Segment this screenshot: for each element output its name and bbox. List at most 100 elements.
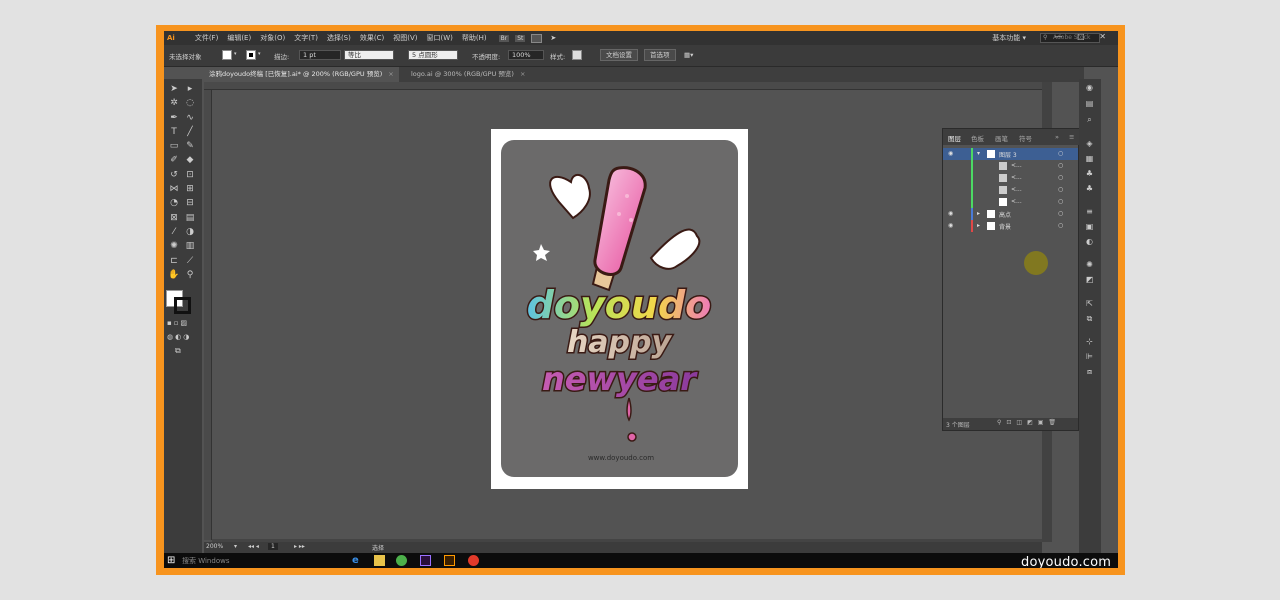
rectangle-tool-icon[interactable]: ▭ bbox=[167, 140, 181, 153]
rotate-tool-icon[interactable]: ↺ bbox=[167, 169, 181, 182]
eraser-icon[interactable]: ◆ bbox=[183, 154, 197, 167]
sublayer-row[interactable]: <... ○ bbox=[943, 184, 1078, 196]
slice-tool-icon[interactable]: ⟋ bbox=[183, 255, 197, 268]
menu-help[interactable]: 帮助(H) bbox=[462, 33, 487, 43]
panel-menu-icon[interactable]: ≡ bbox=[1069, 133, 1074, 141]
prev-artboard-icon[interactable]: ◂◂ ◂ bbox=[248, 543, 259, 550]
magic-wand-icon[interactable]: ✲ bbox=[167, 97, 181, 110]
fill-swatch[interactable] bbox=[222, 50, 232, 60]
sublayer-row[interactable]: <... ○ bbox=[943, 172, 1078, 184]
menu-select[interactable]: 选择(S) bbox=[327, 33, 351, 43]
eyedropper-icon[interactable]: ⁄ bbox=[167, 226, 181, 239]
file-explorer-icon[interactable] bbox=[374, 555, 385, 566]
chevron-right-icon[interactable]: ▸ bbox=[977, 222, 980, 229]
stock-icon[interactable]: St bbox=[515, 34, 526, 42]
scale-tool-icon[interactable]: ⊡ bbox=[183, 169, 197, 182]
paintbrush-icon[interactable]: ✎ bbox=[183, 140, 197, 153]
tab-layers[interactable]: 图层 bbox=[948, 133, 961, 143]
target-icon[interactable]: ○ bbox=[1058, 222, 1063, 229]
layer-row[interactable]: ◉ ▸ 高点 ○ bbox=[943, 208, 1078, 220]
target-icon[interactable]: ○ bbox=[1058, 186, 1063, 193]
layer-row[interactable]: ◉ ▾ 图层 3 ○ bbox=[943, 148, 1078, 160]
zoom-tool-icon[interactable]: ⚲ bbox=[183, 269, 197, 282]
stroke-weight-field[interactable]: 1 pt bbox=[299, 50, 341, 60]
gpu-icon[interactable]: ➤ bbox=[550, 34, 556, 42]
shape-builder-icon[interactable]: ◔ bbox=[167, 197, 181, 210]
tab-symbols[interactable]: 符号 bbox=[1019, 133, 1032, 143]
gradient-icon[interactable]: ▣ bbox=[1084, 222, 1095, 232]
layer-name[interactable]: 高点 bbox=[999, 210, 1011, 219]
document-setup-button[interactable]: 文档设置 bbox=[600, 49, 638, 61]
tab-doyoudo-final[interactable]: 涂鸦doyoudo终稿 [已恢复].ai* @ 200% (RGB/GPU 预览… bbox=[204, 67, 399, 82]
hand-tool-icon[interactable]: ✋ bbox=[167, 269, 181, 282]
tab-swatches[interactable]: 色板 bbox=[971, 133, 984, 143]
target-icon[interactable]: ○ bbox=[1058, 150, 1063, 157]
arrange-docs-icon[interactable]: ▦▾ bbox=[684, 51, 693, 59]
layer-name[interactable]: 背景 bbox=[999, 222, 1011, 231]
artboards-icon[interactable]: ⧉ bbox=[1084, 314, 1095, 324]
target-icon[interactable]: ○ bbox=[1058, 174, 1063, 181]
chrome-icon[interactable] bbox=[396, 555, 407, 566]
target-icon[interactable]: ○ bbox=[1058, 198, 1063, 205]
libraries-icon[interactable]: ▤ bbox=[1084, 99, 1095, 109]
chevron-down-icon[interactable]: ▾ bbox=[234, 543, 237, 550]
appearance-icon[interactable]: ✺ bbox=[1084, 260, 1095, 270]
color-panel-icon[interactable]: ◉ bbox=[1084, 83, 1095, 93]
tab-brushes[interactable]: 画笔 bbox=[995, 133, 1008, 143]
brush-select[interactable]: 5 点圆形 bbox=[408, 50, 458, 60]
transform-icon[interactable]: ⊹ bbox=[1084, 337, 1095, 347]
graph-tool-icon[interactable]: ▥ bbox=[183, 240, 197, 253]
sublayer-name[interactable]: <... bbox=[1011, 198, 1022, 205]
layers-icon[interactable]: ◈ bbox=[1084, 139, 1095, 149]
mesh-tool-icon[interactable]: ⊠ bbox=[167, 212, 181, 225]
draw-mode-icon[interactable]: ◍◐◑ bbox=[167, 333, 191, 341]
menu-effect[interactable]: 效果(C) bbox=[360, 33, 384, 43]
premiere-icon[interactable] bbox=[420, 555, 431, 566]
transparency-icon[interactable]: ◐ bbox=[1084, 237, 1095, 247]
type-tool-icon[interactable]: T bbox=[167, 126, 181, 139]
sublayer-name[interactable]: <... bbox=[1011, 174, 1022, 181]
lasso-icon[interactable]: ◌ bbox=[183, 97, 197, 110]
menu-file[interactable]: 文件(F) bbox=[195, 33, 219, 43]
visibility-eye-icon[interactable]: ◉ bbox=[948, 222, 953, 229]
layer-row[interactable]: ◉ ▸ 背景 ○ bbox=[943, 220, 1078, 232]
perspective-grid-icon[interactable]: ⊟ bbox=[183, 197, 197, 210]
panel-collapse-icon[interactable]: » bbox=[1055, 133, 1059, 141]
color-mode-icon[interactable]: ▪▫▨ bbox=[167, 319, 189, 327]
menu-type[interactable]: 文字(T) bbox=[294, 33, 318, 43]
menu-window[interactable]: 窗口(W) bbox=[426, 33, 452, 43]
artboard[interactable]: doyoudo happy newyear www.doyoudo.com bbox=[491, 129, 748, 489]
width-tool-icon[interactable]: ⋈ bbox=[167, 183, 181, 196]
close-icon[interactable]: × bbox=[520, 70, 525, 78]
next-artboard-icon[interactable]: ▸ ▸▸ bbox=[294, 543, 305, 550]
chevron-right-icon[interactable]: ▸ bbox=[977, 210, 980, 217]
blend-tool-icon[interactable]: ◑ bbox=[183, 226, 197, 239]
graphic-styles-icon[interactable]: ◩ bbox=[1084, 275, 1095, 285]
stroke-color-box[interactable] bbox=[174, 297, 191, 314]
align-icon[interactable]: ⊫ bbox=[1084, 352, 1095, 362]
artboard-number-field[interactable]: 1 bbox=[268, 543, 278, 550]
layer-actions-icon[interactable]: ⚲⊡◫◩▣🗑 bbox=[997, 419, 1061, 426]
stroke-icon[interactable]: ≡ bbox=[1084, 207, 1095, 217]
stroke-profile-select[interactable]: 等比 bbox=[344, 50, 394, 60]
sublayer-name[interactable]: <... bbox=[1011, 186, 1022, 193]
window-controls[interactable]: — □ ✕ bbox=[1055, 32, 1112, 41]
vertical-ruler[interactable] bbox=[204, 90, 212, 540]
zoom-level[interactable]: 200% bbox=[206, 543, 223, 550]
line-tool-icon[interactable]: ╱ bbox=[183, 126, 197, 139]
gradient-tool-icon[interactable]: ▤ bbox=[183, 212, 197, 225]
menu-edit[interactable]: 编辑(E) bbox=[227, 33, 251, 43]
symbol-sprayer-icon[interactable]: ✺ bbox=[167, 240, 181, 253]
visibility-eye-icon[interactable]: ◉ bbox=[948, 210, 953, 217]
curvature-tool-icon[interactable]: ∿ bbox=[183, 112, 197, 125]
sublayer-row[interactable]: <... ○ bbox=[943, 160, 1078, 172]
bridge-icon[interactable]: Br bbox=[498, 34, 510, 42]
chevron-down-icon[interactable]: ▾ bbox=[258, 51, 261, 57]
tab-logo[interactable]: logo.ai @ 300% (RGB/GPU 预览) × bbox=[406, 67, 530, 82]
chevron-down-icon[interactable]: ▾ bbox=[977, 150, 980, 157]
pathfinder-icon[interactable]: ⧈ bbox=[1084, 367, 1095, 377]
horizontal-ruler[interactable] bbox=[204, 82, 1042, 90]
layer-name[interactable]: 图层 3 bbox=[999, 150, 1017, 159]
pen-tool-icon[interactable]: ✒ bbox=[167, 112, 181, 125]
export-icon[interactable]: ⇱ bbox=[1084, 299, 1095, 309]
